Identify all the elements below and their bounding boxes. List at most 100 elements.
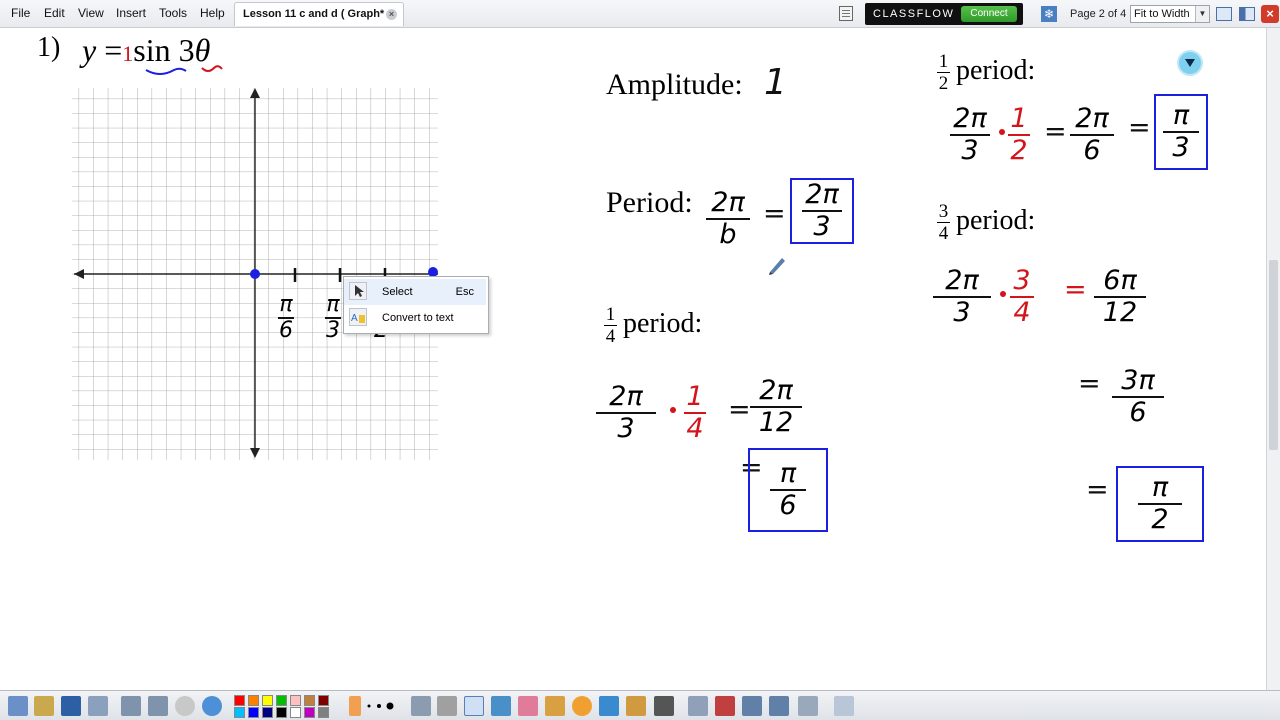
desktop-mode-icon[interactable] — [1216, 7, 1232, 21]
amplitude-label: Amplitude: — [606, 68, 743, 101]
pen-tool-icon[interactable] — [464, 696, 484, 716]
half-step-a: 2π 3 — [950, 104, 990, 166]
quarter-b-num: 1 — [686, 381, 704, 412]
color-swatch-brown[interactable] — [304, 695, 315, 706]
color-swatch-white[interactable] — [290, 707, 301, 718]
globe-icon[interactable] — [202, 696, 222, 716]
tick-label-num: π — [326, 292, 340, 317]
half-b-num: 1 — [1010, 103, 1028, 134]
classflow-logo: CLASSFLOW — [873, 8, 955, 20]
period-equals: = — [763, 198, 787, 229]
tab-close-icon[interactable]: × — [386, 9, 397, 20]
menu-insert[interactable]: Insert — [116, 6, 146, 20]
menu-bar: File Edit View Insert Tools Help Lesson … — [0, 0, 1280, 28]
tick-label-num: π — [279, 292, 293, 317]
scroll-thumb[interactable] — [1269, 260, 1278, 450]
svg-text:A: A — [351, 313, 358, 324]
problem-number: 1) — [37, 32, 61, 63]
previous-page-icon[interactable] — [121, 696, 141, 716]
text-tool-icon[interactable] — [654, 696, 674, 716]
quarter-step-b: 1 4 — [684, 382, 706, 444]
color-swatch-orange[interactable] — [248, 695, 259, 706]
half-b-den: 2 — [1010, 135, 1028, 166]
chevron-down-icon[interactable]: ▼ — [1195, 6, 1209, 22]
fill-icon[interactable] — [545, 696, 565, 716]
color-swatch-navy[interactable] — [262, 707, 273, 718]
color-swatch-gray[interactable] — [318, 707, 329, 718]
menu-edit[interactable]: Edit — [44, 6, 65, 20]
color-swatch-green[interactable] — [276, 695, 287, 706]
three-quarter-equals-3: = — [1086, 474, 1110, 505]
zoom-select[interactable]: Fit to Width ▼ — [1130, 5, 1210, 23]
tools-icon[interactable] — [88, 696, 108, 716]
half-label-num: 1 — [938, 51, 949, 72]
color-swatch-blue[interactable] — [248, 707, 259, 718]
quarter-a-den: 3 — [617, 413, 635, 444]
menu-tools[interactable]: Tools — [159, 6, 187, 20]
play-icon[interactable] — [175, 696, 195, 716]
quarter-period-fraction: 1 4 — [604, 305, 617, 346]
clear-icon[interactable] — [688, 696, 708, 716]
eraser-icon[interactable] — [518, 696, 538, 716]
tick-label-pi-3: π 3 — [325, 293, 341, 343]
tool-switcher-icon[interactable] — [437, 696, 457, 716]
page-sorter-icon[interactable] — [839, 6, 853, 21]
period-label: Period: — [606, 186, 693, 219]
pen-width-icon[interactable] — [364, 696, 400, 716]
tab-lesson[interactable]: Lesson 11 c and d ( Graph* × — [234, 2, 404, 26]
shape-icon[interactable] — [572, 696, 592, 716]
quarter-label-den: 4 — [605, 326, 616, 348]
quarter-a-num: 2π — [609, 381, 643, 412]
color-swatch-cyan[interactable] — [234, 707, 245, 718]
tick-label-den: 6 — [279, 318, 293, 343]
color-swatch-purple[interactable] — [304, 707, 315, 718]
half-equals-2: = — [1128, 112, 1152, 143]
main-menu-icon[interactable] — [8, 696, 28, 716]
vertical-scrollbar[interactable] — [1266, 28, 1280, 690]
connect-button[interactable]: Connect — [961, 6, 1017, 22]
undo-icon[interactable] — [742, 696, 762, 716]
page-browser-icon[interactable] — [61, 696, 81, 716]
quarter-b-den: 4 — [686, 413, 704, 444]
connector-icon[interactable] — [599, 696, 619, 716]
toolbox-icon[interactable] — [834, 696, 854, 716]
reset-page-icon[interactable] — [715, 696, 735, 716]
magic-pen-icon[interactable] — [626, 696, 646, 716]
close-icon[interactable]: × — [1261, 5, 1279, 23]
half-equals-1: = — [1044, 116, 1068, 147]
menu-file[interactable]: File — [11, 6, 30, 20]
three-quarter-equals-1: = — [1064, 274, 1088, 305]
select-tool-icon[interactable] — [411, 696, 431, 716]
half-period-label: period: — [956, 55, 1036, 86]
desktop-annotate-icon[interactable] — [798, 696, 818, 716]
three-quarter-d-num: 3π — [1121, 365, 1155, 396]
custom-color-icon[interactable] — [349, 696, 361, 716]
multiply-dot — [999, 129, 1005, 135]
page-indicator: Page 2 of 4 — [1070, 8, 1127, 20]
coordinate-grid — [72, 88, 438, 460]
color-swatch-pink[interactable] — [290, 695, 301, 706]
browser-panel-icon[interactable] — [1239, 7, 1255, 21]
context-menu-label: Select — [382, 286, 413, 298]
classflow-panel: CLASSFLOW Connect — [865, 3, 1023, 25]
quarter-step-a: 2π 3 — [596, 382, 656, 444]
menu-help[interactable]: Help — [200, 6, 225, 20]
multiply-dot — [1000, 291, 1006, 297]
context-menu-item-select[interactable]: Select Esc — [344, 279, 486, 305]
snowflake-icon[interactable]: ❄ — [1041, 6, 1057, 22]
next-page-icon[interactable] — [148, 696, 168, 716]
color-swatch-maroon[interactable] — [318, 695, 329, 706]
half-period-fraction: 1 2 — [937, 52, 950, 93]
three-quarter-period-label: period: — [956, 205, 1036, 236]
context-menu-item-convert[interactable]: A Convert to text — [344, 305, 486, 331]
menu-view[interactable]: View — [78, 6, 104, 20]
color-swatch-red[interactable] — [234, 695, 245, 706]
browsers-icon[interactable] — [34, 696, 54, 716]
color-swatch-yellow[interactable] — [262, 695, 273, 706]
page-link-icon[interactable] — [1177, 50, 1203, 76]
highlighter-icon[interactable] — [491, 696, 511, 716]
redo-icon[interactable] — [769, 696, 789, 716]
pointer-icon — [349, 282, 367, 300]
three-quarter-equals-2: = — [1078, 368, 1102, 399]
color-swatch-black[interactable] — [276, 707, 287, 718]
